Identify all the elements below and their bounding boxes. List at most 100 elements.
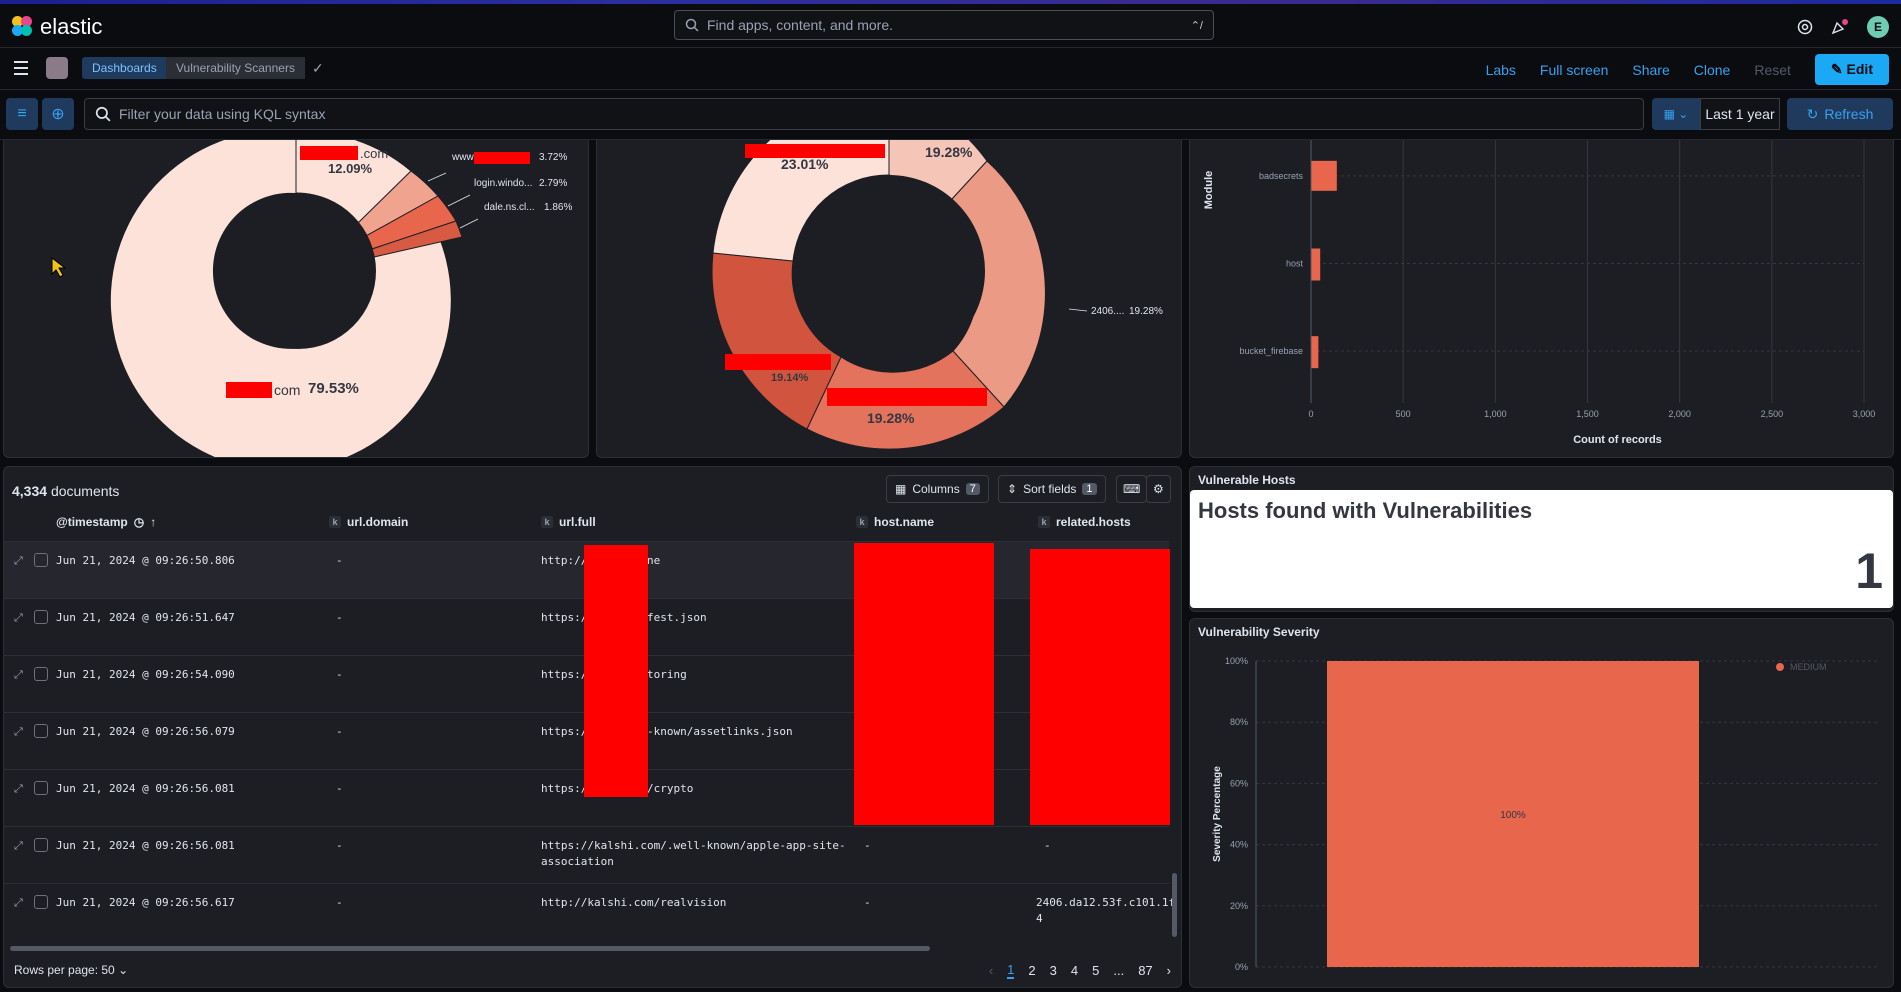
rows-per-page[interactable]: Rows per page: 50 ⌄ bbox=[14, 963, 128, 977]
y-tick-label: 40% bbox=[1230, 840, 1248, 850]
cell-timestamp: Jun 21, 2024 @ 09:26:51.647 bbox=[56, 611, 235, 624]
cell-related: - bbox=[1044, 839, 1051, 852]
fullscreen-link[interactable]: Full screen bbox=[1540, 62, 1608, 78]
row-checkbox[interactable] bbox=[34, 553, 48, 567]
expand-icon[interactable]: ⤢ bbox=[14, 725, 23, 739]
keyword-type-icon: k bbox=[856, 516, 868, 528]
page-5[interactable]: 5 bbox=[1092, 963, 1099, 978]
expand-icon[interactable]: ⤢ bbox=[14, 896, 23, 910]
cell-timestamp: Jun 21, 2024 @ 09:26:50.806 bbox=[56, 554, 235, 567]
row-checkbox[interactable] bbox=[34, 610, 48, 624]
y-tick-label: 80% bbox=[1230, 717, 1248, 727]
global-search-input[interactable]: Find apps, content, and more. ⌃/ bbox=[674, 10, 1214, 40]
kql-placeholder: Filter your data using KQL syntax bbox=[119, 106, 326, 122]
row-checkbox[interactable] bbox=[34, 895, 48, 909]
rows-per-page-label: Rows per page: 50 bbox=[14, 963, 115, 977]
page-4[interactable]: 4 bbox=[1071, 963, 1078, 978]
redacted-related-block bbox=[1030, 549, 1170, 825]
expand-icon[interactable]: ⤢ bbox=[14, 554, 23, 568]
header-url-full[interactable]: k url.full bbox=[541, 515, 596, 529]
header-related-hosts[interactable]: k related.hosts bbox=[1038, 515, 1131, 529]
help-icon[interactable] bbox=[1797, 19, 1813, 35]
y-tick-label: 60% bbox=[1230, 778, 1248, 788]
next-page-icon[interactable]: › bbox=[1167, 963, 1171, 978]
row-checkbox[interactable] bbox=[34, 667, 48, 681]
query-bar: ≡ ⊕ Filter your data using KQL syntax ▦ … bbox=[0, 90, 1901, 140]
page-2[interactable]: 2 bbox=[1028, 963, 1035, 978]
page-3[interactable]: 3 bbox=[1050, 963, 1057, 978]
search-placeholder: Find apps, content, and more. bbox=[707, 17, 893, 33]
space-avatar[interactable] bbox=[46, 57, 68, 79]
table-row[interactable]: ⤢ Jun 21, 2024 @ 09:26:56.081 - https://… bbox=[4, 826, 1169, 883]
clone-link[interactable]: Clone bbox=[1694, 62, 1731, 78]
page-87[interactable]: 87 bbox=[1138, 963, 1152, 978]
expand-icon[interactable]: ⤢ bbox=[14, 782, 23, 796]
cell-url: https://kalshi.com/.well-known/apple-app… bbox=[541, 839, 846, 852]
host-donut-panel: 23.01% 19.28% 2406.... 19.28% 19.14% 19.… bbox=[596, 140, 1182, 458]
y-tick-label: badsecrets bbox=[1259, 171, 1304, 181]
page-1[interactable]: 1 bbox=[1007, 962, 1015, 979]
cell-timestamp: Jun 21, 2024 @ 09:26:54.090 bbox=[56, 668, 235, 681]
sort-fields-button[interactable]: ⇕ Sort fields 1 bbox=[998, 475, 1106, 503]
refresh-label: Refresh bbox=[1824, 106, 1874, 122]
x-tick-label: 500 bbox=[1396, 409, 1411, 419]
news-feed-icon[interactable] bbox=[1831, 19, 1849, 35]
header-related-hosts-label: related.hosts bbox=[1056, 515, 1131, 529]
keyword-type-icon: k bbox=[329, 516, 341, 528]
sort-label: Sort fields bbox=[1023, 482, 1077, 496]
display-settings-icon[interactable]: ⚙ bbox=[1146, 475, 1171, 503]
slice-label-www: www bbox=[452, 152, 474, 163]
filter-menu-icon[interactable]: ≡ bbox=[6, 98, 38, 130]
table-row[interactable]: ⤢ Jun 21, 2024 @ 09:26:56.617 - http://k… bbox=[4, 883, 1175, 940]
header-url-domain[interactable]: k url.domain bbox=[329, 515, 408, 529]
add-filter-icon[interactable]: ⊕ bbox=[42, 98, 74, 130]
redacted-label bbox=[300, 146, 358, 160]
cell-domain: - bbox=[336, 782, 343, 795]
expand-icon[interactable]: ⤢ bbox=[14, 839, 23, 853]
redacted-url-block bbox=[584, 545, 648, 797]
donut-hole bbox=[793, 175, 985, 367]
expand-icon[interactable]: ⤢ bbox=[14, 611, 23, 625]
kql-search-input[interactable]: Filter your data using KQL syntax bbox=[84, 98, 1644, 130]
horizontal-scrollbar[interactable] bbox=[10, 946, 930, 951]
breadcrumb-dashboards[interactable]: Dashboards bbox=[82, 57, 167, 79]
row-checkbox[interactable] bbox=[34, 724, 48, 738]
x-tick-label: 2,000 bbox=[1668, 409, 1691, 419]
calendar-icon[interactable]: ▦ ⌄ bbox=[1652, 98, 1700, 130]
row-checkbox[interactable] bbox=[34, 838, 48, 852]
expand-icon[interactable]: ⤢ bbox=[14, 668, 23, 682]
slice-pct-c: 19.28% bbox=[1129, 306, 1163, 317]
cell-domain: - bbox=[336, 668, 343, 681]
prev-page-icon[interactable]: ‹ bbox=[989, 963, 993, 978]
cell-domain: - bbox=[336, 611, 343, 624]
keyboard-icon[interactable]: ⌨ bbox=[1116, 475, 1148, 503]
user-avatar[interactable]: E bbox=[1867, 16, 1889, 38]
header-host-name[interactable]: k host.name bbox=[856, 515, 934, 529]
share-link[interactable]: Share bbox=[1632, 62, 1669, 78]
columns-button[interactable]: ▦ Columns 7 bbox=[886, 475, 989, 503]
navigation-bar: Dashboards Vulnerability Scanners ✓ Labs… bbox=[0, 48, 1901, 90]
menu-icon[interactable] bbox=[14, 61, 28, 79]
vertical-scrollbar[interactable] bbox=[1172, 873, 1177, 937]
search-shortcut: ⌃/ bbox=[1190, 19, 1203, 32]
cell-domain: - bbox=[336, 839, 343, 852]
cell-timestamp: Jun 21, 2024 @ 09:26:56.617 bbox=[56, 896, 235, 909]
cell-host: - bbox=[864, 896, 871, 909]
edit-button[interactable]: ✎ Edit bbox=[1814, 54, 1889, 85]
module-bar-chart: 0 500 1,000 1,500 2,000 2,500 3,000 badsecrets h… bbox=[1203, 140, 1875, 446]
metric-value: 1 bbox=[1855, 543, 1883, 599]
row-checkbox[interactable] bbox=[34, 781, 48, 795]
x-axis-title: Count of records bbox=[1573, 434, 1662, 446]
header-timestamp[interactable]: @timestamp ◷ ↑ bbox=[56, 515, 156, 529]
slice-pct-2: 3.72% bbox=[539, 152, 568, 163]
elastic-logo[interactable]: elastic bbox=[12, 14, 102, 40]
labs-link[interactable]: Labs bbox=[1486, 62, 1516, 78]
x-tick-label: 1,000 bbox=[1484, 409, 1507, 419]
refresh-button[interactable]: ↻ Refresh bbox=[1787, 98, 1893, 130]
y-tick-label: 100% bbox=[1225, 656, 1248, 666]
cell-domain: - bbox=[336, 725, 343, 738]
cell-url: http://kalshi.com/realvision bbox=[541, 896, 727, 909]
columns-label: Columns bbox=[912, 482, 960, 496]
hosts-metric: Hosts found with Vulnerabilities 1 bbox=[1190, 490, 1893, 608]
date-range-text[interactable]: Last 1 year bbox=[1700, 98, 1780, 130]
